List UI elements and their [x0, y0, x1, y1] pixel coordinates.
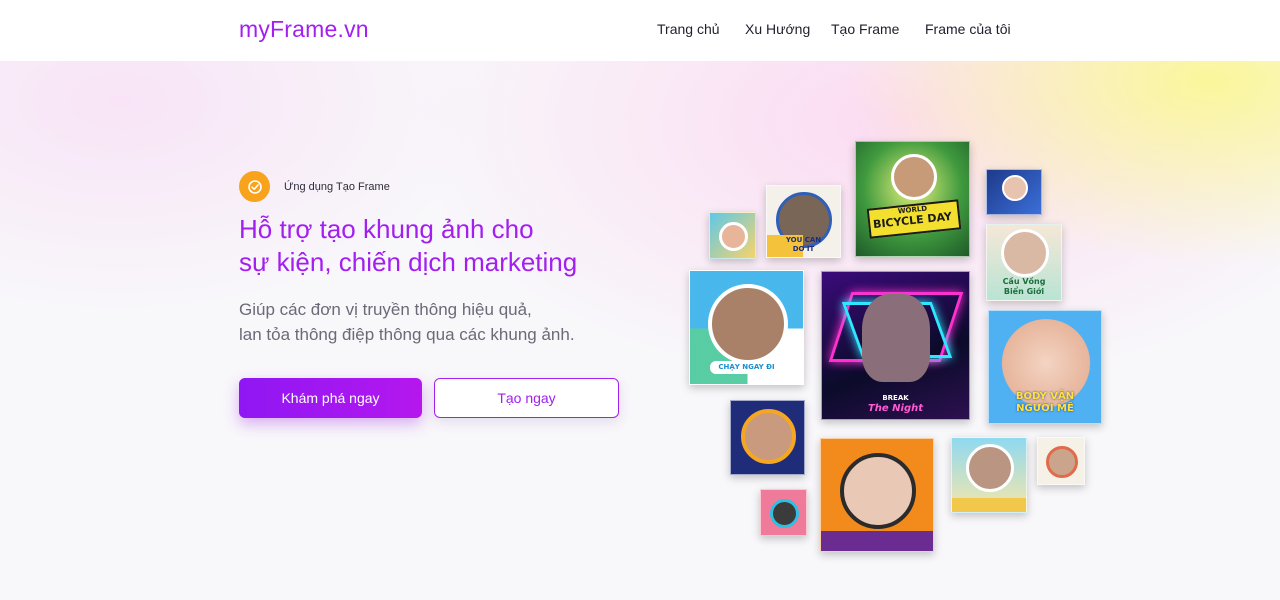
- frame-thumbnail-pink-small[interactable]: [760, 489, 807, 536]
- nav-item-create-frame[interactable]: Tạo Frame: [831, 21, 899, 37]
- nguoi-me-label: NGƯỜI MÊ: [1016, 403, 1074, 414]
- app-badge: Ứng dụng Tạo Frame: [239, 171, 390, 202]
- bien-gioi-label: Biển Giới: [1003, 287, 1045, 296]
- subtext-line-2: lan tỏa thông điệp thông qua các khung ả…: [239, 325, 575, 344]
- badge-label: Ứng dụng Tạo Frame: [284, 180, 390, 193]
- hero-subtext: Giúp các đơn vị truyền thông hiệu quả, l…: [239, 297, 575, 347]
- nav-item-my-frames[interactable]: Frame của tôi: [925, 21, 1011, 37]
- frame-thumbnail-world-bicycle-day[interactable]: WORLD BICYCLE DAY: [855, 141, 970, 257]
- frame-thumbnail-halloween[interactable]: [820, 438, 934, 552]
- check-circle-icon: [239, 171, 270, 202]
- the-night-label: The Night: [867, 403, 924, 414]
- nav-item-home[interactable]: Trang chủ: [657, 21, 720, 37]
- headline-line-1: Hỗ trợ tạo khung ảnh cho: [239, 214, 534, 244]
- chay-ngay-di-label: CHẠY NGAY ĐI: [718, 363, 775, 371]
- break-label: BREAK: [882, 394, 909, 402]
- main-nav: Trang chủ Xu Hướng Tạo Frame Frame của t…: [0, 21, 1280, 41]
- frame-thumbnail-break-the-night[interactable]: BREAK The Night: [821, 271, 970, 420]
- frame-thumbnail-beach-small[interactable]: [709, 212, 756, 259]
- nav-item-trending[interactable]: Xu Hướng: [745, 21, 810, 37]
- frame-thumbnail-you-can-do-it[interactable]: YOU CAN DO IT: [766, 185, 841, 258]
- create-now-button[interactable]: Tạo ngay: [434, 378, 619, 418]
- frame-thumbnail-body-van-nguoi-me[interactable]: BODY VẬN NGƯỜI MÊ: [988, 310, 1102, 424]
- explore-now-button[interactable]: Khám phá ngay: [239, 378, 422, 418]
- you-can-label: YOU CAN: [785, 236, 822, 244]
- headline-line-2: sự kiện, chiến dịch marketing: [239, 247, 578, 277]
- frame-thumbnail-floral-portrait[interactable]: [730, 400, 805, 475]
- body-van-label: BODY VẬN: [1015, 391, 1075, 402]
- subtext-line-1: Giúp các đơn vị truyền thông hiệu quả,: [239, 300, 532, 319]
- frame-thumbnail-summer[interactable]: [951, 437, 1027, 513]
- top-navbar: myFrame.vn Trang chủ Xu Hướng Tạo Frame …: [0, 0, 1280, 61]
- frame-thumbnail-cau-vong-bien-gioi[interactable]: Cầu Vồng Biển Giới: [986, 224, 1062, 301]
- frame-thumbnail-runner[interactable]: CHẠY NGAY ĐI: [689, 270, 804, 385]
- do-it-label: DO IT: [792, 245, 815, 253]
- cau-vong-label: Cầu Vồng: [1002, 277, 1046, 286]
- frame-thumbnail-flower-wreath[interactable]: [1037, 437, 1085, 485]
- hero-headline: Hỗ trợ tạo khung ảnh cho sự kiện, chiến …: [239, 213, 577, 279]
- frame-thumbnail-blue-portrait[interactable]: [986, 169, 1042, 215]
